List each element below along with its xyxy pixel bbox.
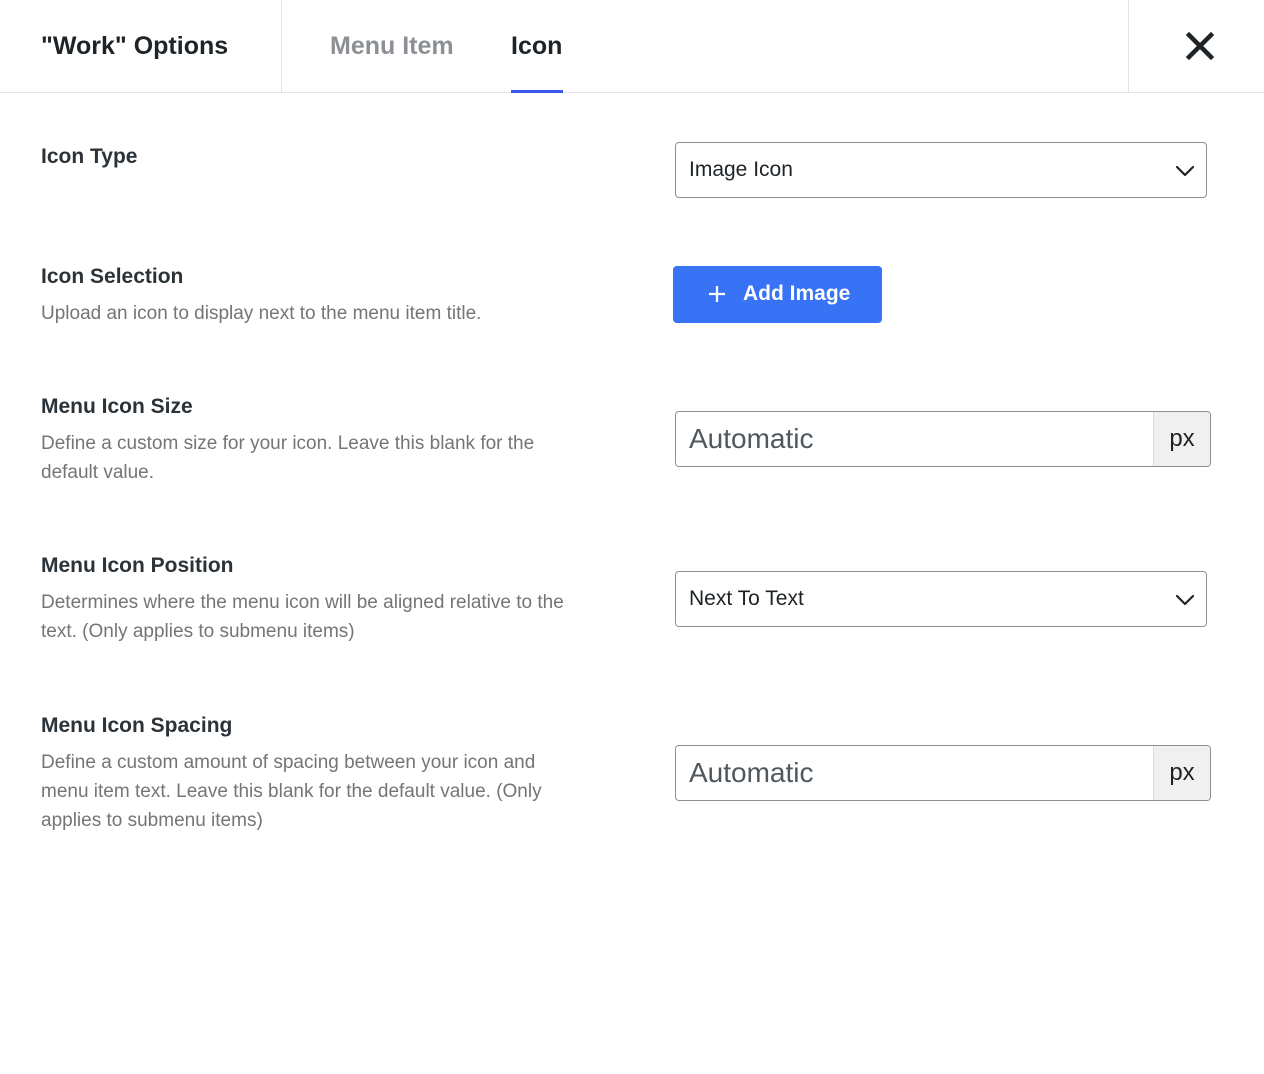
icon-position-select[interactable]: Next To Text [675,571,1207,627]
icon-position-description: Determines where the menu icon will be a… [41,592,564,642]
header-divider-right [1128,0,1129,93]
icon-size-description: Define a custom size for your icon. Leav… [41,433,535,483]
close-button[interactable] [1180,26,1220,66]
icon-position-value: Next To Text [689,587,804,610]
icon-spacing-input[interactable] [676,746,1154,800]
icon-spacing-unit: px [1153,746,1210,800]
header-divider-left [281,0,282,93]
active-tab-indicator [511,90,563,93]
modal-title: "Work" Options [41,32,229,60]
chevron-down-icon [1175,594,1195,606]
add-image-button[interactable]: Add Image [673,266,882,323]
icon-type-select[interactable]: Image Icon [675,142,1207,198]
plus-icon [709,286,725,302]
icon-size-field: px [675,411,1211,467]
icon-spacing-field: px [675,745,1211,801]
icon-spacing-description: Define a custom amount of spacing betwee… [41,752,542,831]
icon-selection-description: Upload an icon to display next to the me… [41,303,482,324]
icon-selection-label: Icon Selection [41,265,184,288]
icon-size-unit: px [1153,412,1210,466]
tab-icon[interactable]: Icon [511,29,562,63]
icon-position-label: Menu Icon Position [41,554,234,577]
close-icon [1185,31,1215,61]
modal-header: "Work" Options Menu Item Icon [0,0,1264,93]
add-image-label: Add Image [743,282,851,305]
icon-size-label: Menu Icon Size [41,395,193,418]
icon-spacing-label: Menu Icon Spacing [41,714,233,737]
tab-menu-item[interactable]: Menu Item [330,29,454,63]
icon-type-label: Icon Type [41,145,138,168]
chevron-down-icon [1175,165,1195,177]
icon-type-value: Image Icon [689,158,793,181]
icon-size-input[interactable] [676,412,1154,466]
